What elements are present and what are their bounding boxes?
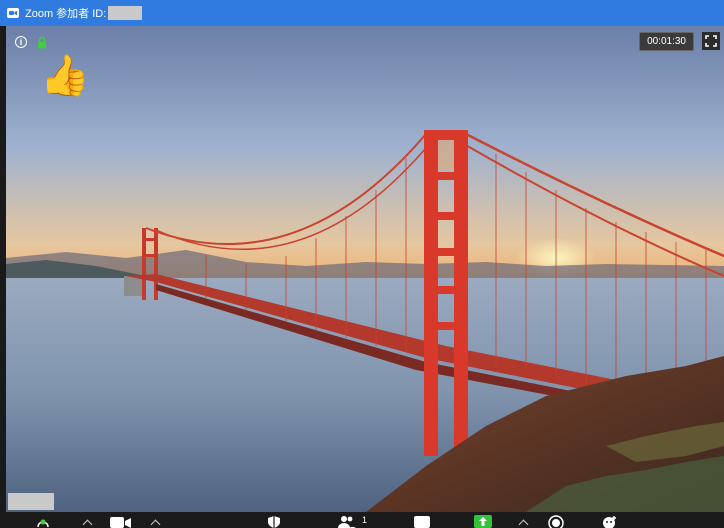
audio-options-chevron-icon[interactable]	[82, 519, 93, 528]
recording-timer: 00:01:30	[639, 32, 694, 51]
meeting-toolbar: 1	[0, 512, 724, 528]
thumbs-up-reaction: 👍	[40, 54, 90, 98]
meeting-id-redacted	[108, 6, 143, 20]
reactions-icon[interactable]	[602, 515, 618, 528]
info-icon[interactable]: i	[15, 36, 27, 48]
zoom-app-icon	[6, 6, 20, 20]
participant-name-redacted	[8, 493, 54, 510]
share-options-chevron-icon[interactable]	[518, 519, 529, 528]
video-area: i 👍 00:01:30	[6, 26, 724, 512]
participants-icon[interactable]	[337, 515, 357, 528]
zoom-window: Zoom 参加者 ID: i 👍 00:01:30 1	[0, 0, 724, 528]
security-shield-icon[interactable]	[267, 515, 281, 528]
encryption-lock-icon[interactable]	[37, 36, 47, 49]
fullscreen-icon[interactable]	[702, 32, 720, 50]
share-screen-icon[interactable]	[474, 515, 492, 528]
record-icon[interactable]	[548, 515, 564, 528]
chat-icon[interactable]	[414, 515, 430, 528]
title-bar: Zoom 参加者 ID:	[0, 0, 724, 26]
video-options-chevron-icon[interactable]	[150, 519, 161, 528]
participants-count: 1	[362, 515, 368, 525]
mute-audio-icon[interactable]	[36, 515, 50, 528]
window-title: Zoom 参加者 ID:	[25, 8, 107, 20]
video-camera-icon[interactable]	[110, 515, 132, 528]
video-feed-golden-gate	[6, 26, 724, 512]
